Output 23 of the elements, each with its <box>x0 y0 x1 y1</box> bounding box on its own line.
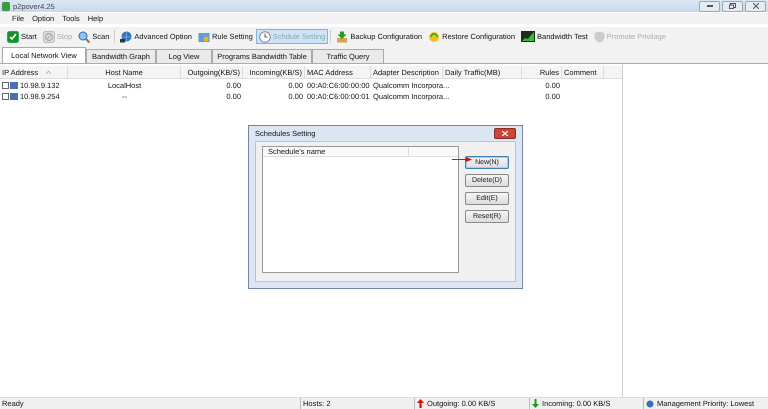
clock-icon <box>258 30 271 42</box>
down-arrow-icon <box>532 399 539 408</box>
check-icon <box>7 30 19 42</box>
chart-icon <box>521 31 536 42</box>
stop-icon <box>42 30 55 42</box>
checkbox[interactable] <box>2 92 9 100</box>
download-icon <box>336 30 348 42</box>
sort-icon <box>46 70 52 74</box>
restore-icon <box>729 3 736 9</box>
checkbox[interactable] <box>2 82 9 88</box>
close-icon <box>502 131 508 136</box>
close-button[interactable] <box>494 128 516 139</box>
globe-icon <box>120 30 132 42</box>
arrow-icon <box>452 157 472 162</box>
minimize-icon <box>706 4 712 8</box>
minimize-button[interactable] <box>699 0 720 12</box>
close-icon <box>752 3 758 9</box>
search-icon <box>78 30 90 42</box>
restore-button[interactable] <box>722 0 743 12</box>
shield-icon <box>594 30 605 42</box>
close-button[interactable] <box>745 0 766 12</box>
app-icon <box>2 2 10 10</box>
up-arrow-icon <box>417 399 424 408</box>
